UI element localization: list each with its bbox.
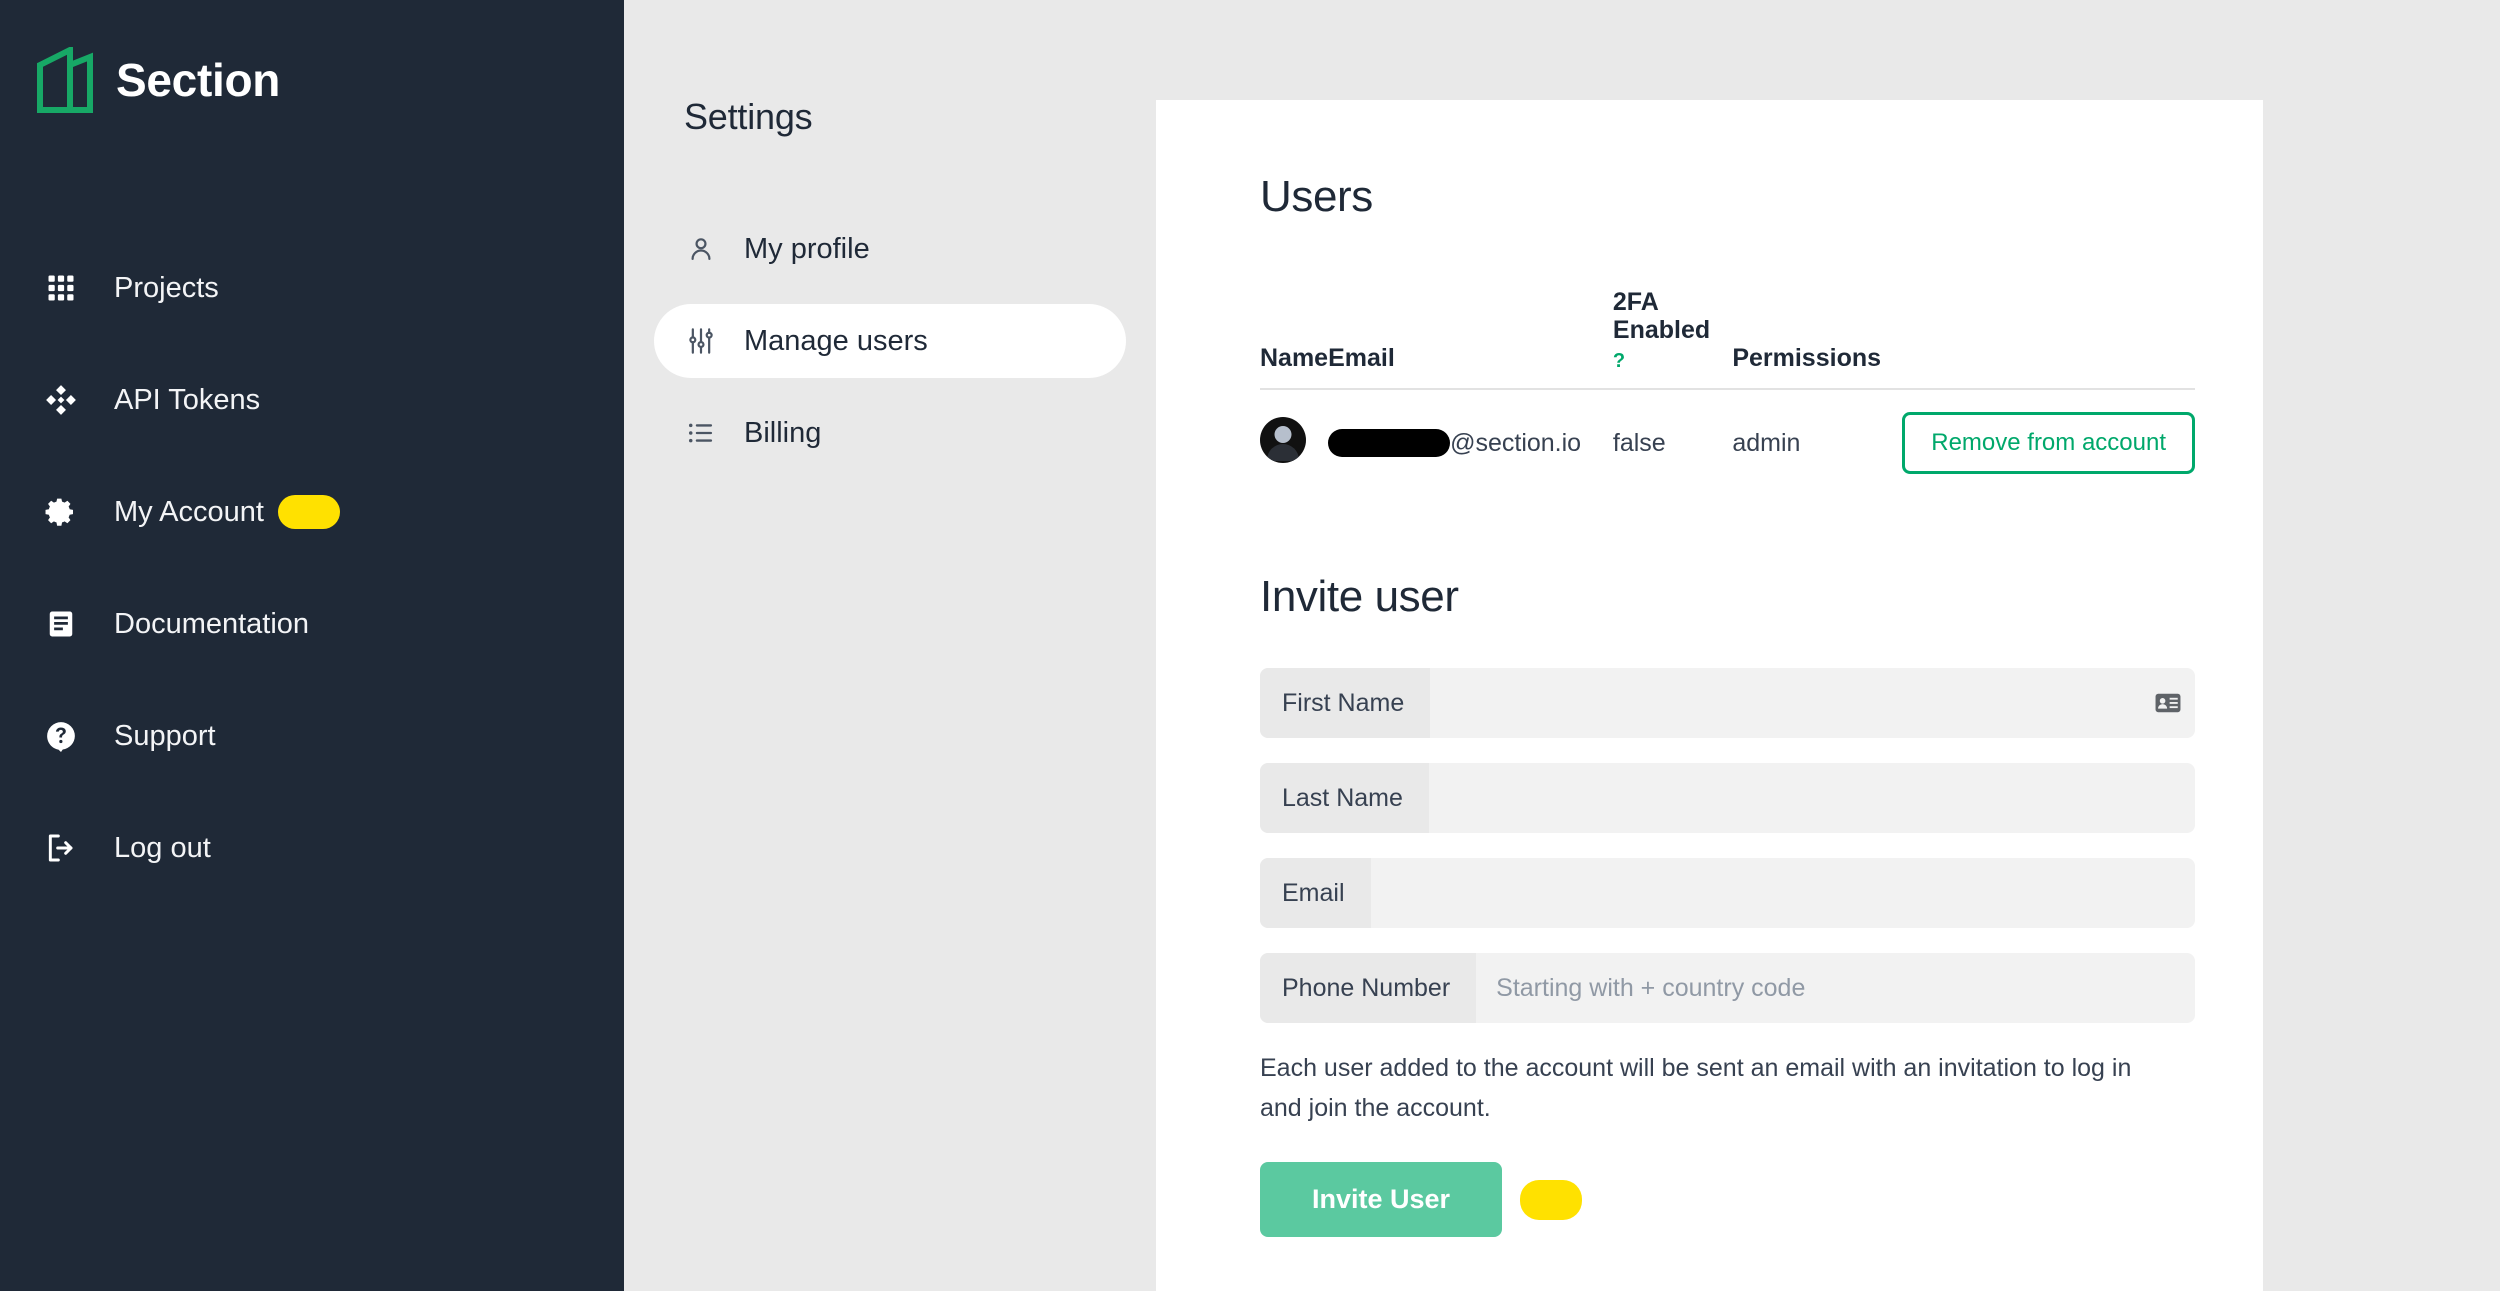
invite-note: Each user added to the account will be s… xyxy=(1260,1054,2132,1122)
highlight-annotation xyxy=(1520,1179,1583,1220)
settings-item-label: Manage users xyxy=(744,324,928,357)
column-header-2fa-line2: Enabled xyxy=(1612,316,1711,344)
sidebar-item-log-out[interactable]: Log out xyxy=(0,792,624,904)
sidebar-item-label: Log out xyxy=(114,831,211,864)
cell-actions: Remove from account xyxy=(1902,389,2195,496)
cell-permissions: admin xyxy=(1732,428,1801,457)
list-icon xyxy=(684,416,718,450)
phone-number-label: Phone Number xyxy=(1260,953,1477,1024)
column-header-name: Name xyxy=(1260,344,1329,373)
users-table-head: Name Email 2FA Enabled ? Permissions xyxy=(1260,288,2195,390)
sliders-icon xyxy=(684,324,718,358)
sidebar-item-label: Projects xyxy=(114,271,219,304)
settings-sidebar: Settings My profile Manage users Billing xyxy=(624,0,1156,1291)
cell-2fa-enabled: false xyxy=(1612,428,1666,457)
content-card: Users Name Email 2FA Enabled ? Permissio… xyxy=(1156,100,2263,1291)
main-content: Users Name Email 2FA Enabled ? Permissio… xyxy=(1156,0,2500,1291)
primary-sidebar: Section Projects API Tokens My Account D… xyxy=(0,0,624,1291)
last-name-label: Last Name xyxy=(1260,763,1429,834)
users-table-body: @section.io false admin Remove from acco… xyxy=(1260,389,2195,496)
users-table-header-row: Name Email 2FA Enabled ? Permissions xyxy=(1260,288,2195,390)
email-field[interactable]: Email xyxy=(1260,858,2195,929)
table-row: @section.io false admin Remove from acco… xyxy=(1260,389,2195,496)
page-title: Settings xyxy=(684,96,813,137)
invite-user-heading: Invite user xyxy=(1260,572,1459,622)
sidebar-item-support[interactable]: Support xyxy=(0,680,624,792)
document-icon xyxy=(40,603,82,645)
users-table: Name Email 2FA Enabled ? Permissions @se… xyxy=(1260,288,2195,496)
email-domain: @section.io xyxy=(1450,428,1582,457)
users-heading: Users xyxy=(1260,172,1373,221)
column-header-2fa-enabled: 2FA Enabled ? xyxy=(1613,288,1732,389)
highlight-annotation xyxy=(277,495,340,529)
app-root: Section Projects API Tokens My Account D… xyxy=(0,0,2500,1291)
invite-user-form: First Name Last Name Email Phone Number … xyxy=(1260,668,2195,1238)
cell-avatar xyxy=(1260,389,1328,496)
person-icon xyxy=(684,232,718,266)
column-header-2fa-line1: 2FA xyxy=(1612,288,1659,316)
settings-nav: My profile Manage users Billing xyxy=(624,212,1156,470)
sidebar-item-api-tokens[interactable]: API Tokens xyxy=(0,344,624,456)
sidebar-item-label: My Account xyxy=(114,495,264,528)
brand-name: Section xyxy=(116,54,281,106)
avatar-body xyxy=(1267,443,1299,461)
first-name-input[interactable] xyxy=(1430,668,2195,739)
sidebar-item-label: Support xyxy=(114,719,216,752)
avatar xyxy=(1260,416,1306,463)
last-name-input[interactable] xyxy=(1428,763,2195,834)
last-name-field[interactable]: Last Name xyxy=(1260,763,2195,834)
column-header-email: Email xyxy=(1328,344,1395,373)
remove-from-account-button[interactable]: Remove from account xyxy=(1902,412,2195,475)
redacted-username xyxy=(1328,429,1451,458)
sidebar-item-my-account[interactable]: My Account xyxy=(0,456,624,568)
phone-number-field[interactable]: Phone Number xyxy=(1260,953,2195,1024)
cell-email: @section.io xyxy=(1328,389,1613,496)
logout-icon xyxy=(40,827,82,869)
gear-icon xyxy=(40,491,82,533)
sidebar-item-documentation[interactable]: Documentation xyxy=(0,568,624,680)
column-header-actions xyxy=(1902,288,2195,389)
grid-icon xyxy=(40,267,82,309)
diamond-arrows-icon xyxy=(40,379,82,421)
settings-item-label: My profile xyxy=(744,232,870,265)
section-logo-icon xyxy=(36,45,94,113)
email-label: Email xyxy=(1260,858,1371,929)
first-name-label: First Name xyxy=(1260,668,1431,739)
settings-item-manage-users[interactable]: Manage users xyxy=(654,304,1126,378)
sidebar-nav: Projects API Tokens My Account Documenta… xyxy=(0,232,624,904)
first-name-field[interactable]: First Name xyxy=(1260,668,2195,739)
twofa-help-icon[interactable]: ? xyxy=(1613,350,1732,372)
sidebar-item-projects[interactable]: Projects xyxy=(0,232,624,344)
sidebar-item-label: Documentation xyxy=(114,607,310,640)
email-input[interactable] xyxy=(1370,858,2195,929)
invite-user-button[interactable]: Invite User xyxy=(1260,1162,1503,1238)
avatar-head xyxy=(1274,425,1292,443)
sidebar-item-label: API Tokens xyxy=(114,383,261,416)
brand[interactable]: Section xyxy=(0,0,624,120)
invite-submit-row: Invite User xyxy=(1260,1162,2195,1238)
column-header-permissions: Permissions xyxy=(1732,344,1882,373)
settings-item-billing[interactable]: Billing xyxy=(654,396,1126,470)
phone-number-input[interactable] xyxy=(1476,953,2195,1024)
contact-card-icon[interactable] xyxy=(2155,692,2181,714)
settings-item-my-profile[interactable]: My profile xyxy=(654,212,1126,286)
question-help-icon xyxy=(40,715,82,757)
settings-item-label: Billing xyxy=(744,416,822,449)
